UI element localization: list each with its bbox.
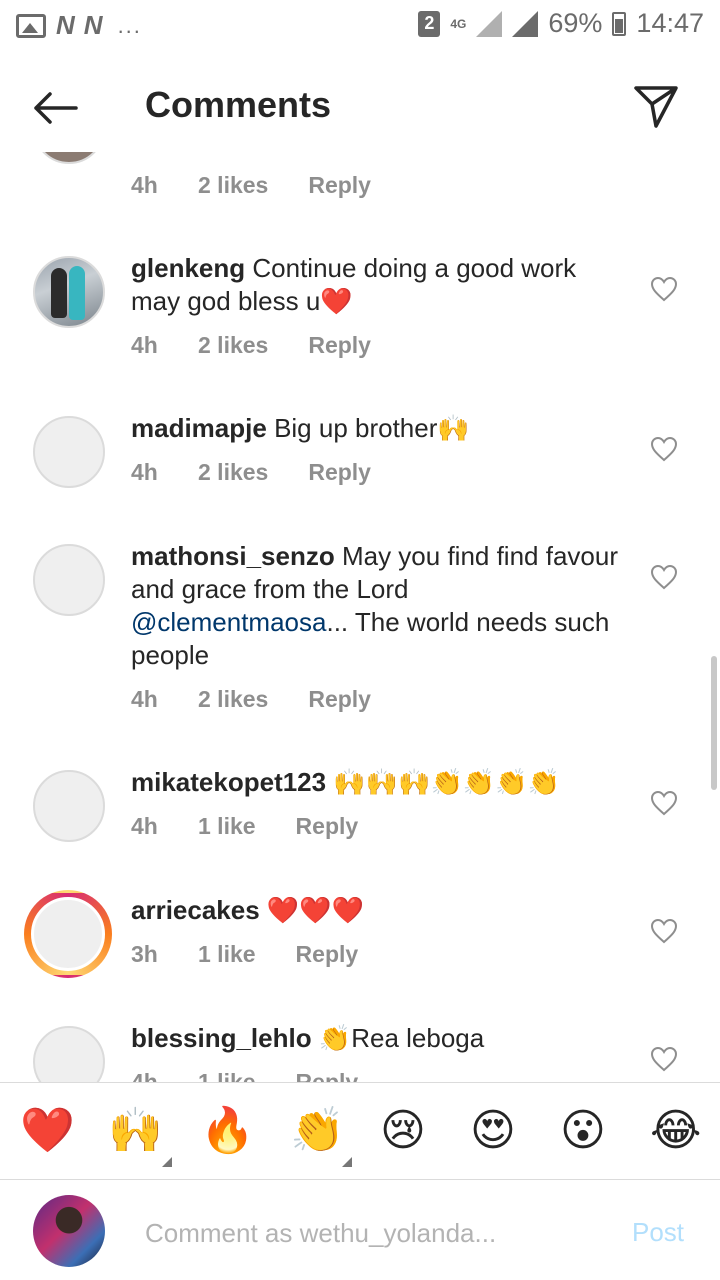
comment-meta: 4h 2 likes Reply	[131, 172, 371, 199]
avatar[interactable]	[33, 152, 105, 164]
comment-body: arriecakes ❤️❤️❤️	[131, 894, 621, 927]
comment-likes[interactable]: 1 like	[198, 1069, 256, 1082]
reply-button[interactable]: Reply	[308, 686, 371, 713]
comment-likes[interactable]: 1 like	[198, 813, 256, 840]
notification-n-icon: N	[83, 10, 103, 40]
notification-n-icon: N	[56, 10, 75, 40]
avatar-story-ring[interactable]	[24, 890, 112, 978]
comment-input[interactable]	[145, 1213, 605, 1253]
page-title: Comments	[145, 84, 332, 125]
comment-username[interactable]: mikatekopet123	[131, 767, 326, 797]
avatar[interactable]	[33, 256, 105, 328]
header: Comments	[0, 60, 720, 152]
gallery-notification-icon	[16, 13, 46, 38]
like-heart-icon[interactable]	[650, 918, 678, 944]
comment-list[interactable]: 4h 2 likes Reply glenkeng Continue doing…	[0, 152, 720, 1082]
emoji-quick-bar: ❤️ 🙌 🔥 👏 😢 😍 😮 😂	[0, 1082, 720, 1180]
reply-button[interactable]: Reply	[296, 813, 359, 840]
avatar[interactable]	[33, 1026, 105, 1082]
comment-composer: Post	[0, 1181, 720, 1280]
comment-likes[interactable]: 2 likes	[198, 686, 268, 713]
comment-time: 4h	[131, 813, 158, 839]
skin-tone-indicator-icon	[342, 1157, 352, 1167]
status-left: N N ...	[16, 10, 142, 41]
comment-likes[interactable]: 2 likes	[198, 459, 268, 486]
comment-meta: 4h 2 likes Reply	[131, 459, 371, 486]
comment-text: 🙌🙌🙌👏👏👏👏	[333, 767, 560, 797]
status-right: 2 4G 69% 14:47	[418, 8, 704, 39]
comment-text: 👏Rea leboga	[318, 1023, 485, 1053]
scrollbar[interactable]	[711, 656, 717, 790]
emoji-heart-eyes-button[interactable]: 😍	[470, 1105, 516, 1157]
comment-time: 4h	[131, 686, 158, 712]
comment-body: mathonsi_senzo May you find find favour …	[131, 540, 621, 672]
comment-body: madimapje Big up brother🙌	[131, 412, 621, 445]
like-heart-icon[interactable]	[650, 436, 678, 462]
comment-meta: 4h 1 like Reply	[131, 813, 358, 840]
reply-button[interactable]: Reply	[308, 332, 371, 359]
comment-text: ❤️❤️❤️	[266, 895, 365, 925]
reply-button[interactable]: Reply	[308, 459, 371, 486]
sim-slot-icon: 2	[418, 10, 441, 37]
comment-username[interactable]: glenkeng	[131, 253, 245, 283]
comment-likes[interactable]: 1 like	[198, 941, 256, 968]
my-avatar	[33, 1195, 105, 1267]
like-heart-icon[interactable]	[650, 790, 678, 816]
like-heart-icon[interactable]	[650, 1046, 678, 1072]
comment-meta: 4h 2 likes Reply	[131, 332, 371, 359]
reply-button[interactable]: Reply	[296, 1069, 359, 1082]
signal-icon	[476, 10, 503, 37]
emoji-raised-hands-button[interactable]: 🙌	[108, 1105, 163, 1157]
like-heart-icon[interactable]	[650, 276, 678, 302]
comment-likes[interactable]: 2 likes	[198, 172, 268, 199]
emoji-clap-button[interactable]: 👏	[290, 1105, 345, 1157]
emoji-laugh-button[interactable]: 😂	[650, 1105, 701, 1157]
emoji-cry-button[interactable]: 😢	[380, 1105, 426, 1157]
comment-username[interactable]: blessing_lehlo	[131, 1023, 312, 1053]
post-button[interactable]: Post	[632, 1217, 684, 1248]
battery-percent: 69%	[548, 8, 603, 38]
reply-button[interactable]: Reply	[296, 941, 359, 968]
comment-body: glenkeng Continue doing a good work may …	[131, 252, 621, 318]
emoji-surprised-button[interactable]: 😮	[560, 1105, 606, 1157]
emoji-heart-button[interactable]: ❤️	[20, 1105, 75, 1157]
direct-send-icon[interactable]	[632, 82, 680, 130]
comment-body: mikatekopet123 🙌🙌🙌👏👏👏👏	[131, 766, 621, 799]
comment-mention[interactable]: @clementmaosa	[131, 607, 326, 637]
avatar[interactable]	[33, 416, 105, 488]
battery-icon	[612, 11, 627, 36]
signal-icon	[512, 10, 539, 37]
back-arrow-icon[interactable]	[30, 88, 80, 128]
comment-time: 3h	[131, 941, 158, 967]
comment-username[interactable]: madimapje	[131, 413, 267, 443]
network-type-label: 4G	[450, 16, 467, 31]
avatar[interactable]	[33, 544, 105, 616]
like-heart-icon[interactable]	[650, 564, 678, 590]
comment-username[interactable]: mathonsi_senzo	[131, 541, 335, 571]
clock: 14:47	[636, 8, 704, 38]
comment-time: 4h	[131, 332, 158, 358]
comment-body: blessing_lehlo 👏Rea leboga	[131, 1022, 621, 1055]
reply-button[interactable]: Reply	[308, 172, 371, 199]
emoji-fire-button[interactable]: 🔥	[200, 1105, 255, 1157]
comment-time: 4h	[131, 459, 158, 485]
comment-time: 4h	[131, 1069, 158, 1082]
more-notifications-icon: ...	[117, 12, 142, 38]
comment-time: 4h	[131, 172, 158, 198]
comment-likes[interactable]: 2 likes	[198, 332, 268, 359]
comment-username[interactable]: arriecakes	[131, 895, 260, 925]
skin-tone-indicator-icon	[162, 1157, 172, 1167]
comment-text: Big up brother🙌	[274, 413, 470, 443]
avatar[interactable]	[33, 770, 105, 842]
comment-meta: 4h 1 like Reply	[131, 1069, 358, 1082]
status-bar: N N ... 2 4G 69% 14:47	[0, 0, 720, 48]
comment-meta: 3h 1 like Reply	[131, 941, 358, 968]
comment-meta: 4h 2 likes Reply	[131, 686, 371, 713]
